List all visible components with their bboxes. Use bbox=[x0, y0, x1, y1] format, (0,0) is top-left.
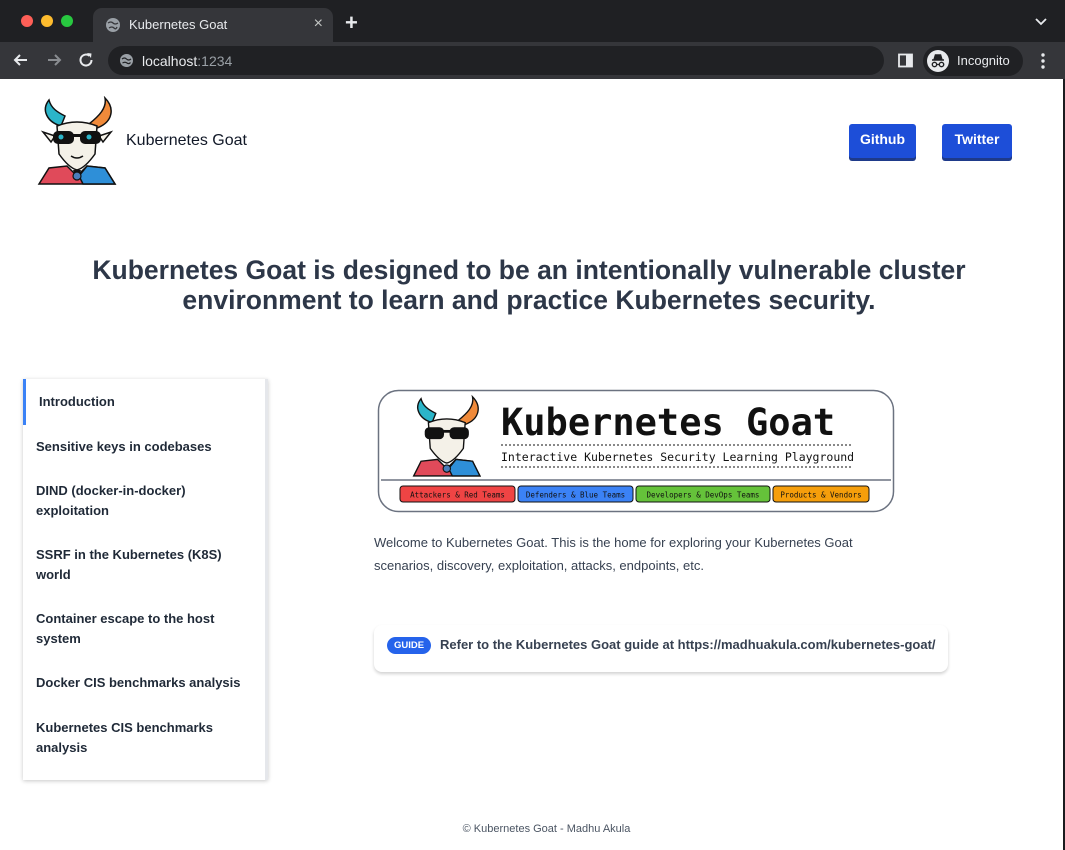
banner-tag-label: Attackers & Red Teams bbox=[410, 491, 505, 500]
sidebar-item-sensitive-keys[interactable]: Sensitive keys in codebases bbox=[23, 437, 263, 457]
kubernetes-goat-banner: Kubernetes Goat Interactive Kubernetes S… bbox=[377, 389, 895, 513]
address-bar[interactable]: localhost:1234 bbox=[108, 46, 884, 75]
url-text: localhost:1234 bbox=[142, 53, 232, 69]
sidebar-item-kubernetes-cis[interactable]: Kubernetes CIS benchmarks analysis bbox=[23, 718, 263, 758]
browser-titlebar: Kubernetes Goat × + bbox=[0, 0, 1065, 42]
banner-title: Kubernetes Goat bbox=[501, 401, 835, 444]
forward-arrow-icon[interactable] bbox=[45, 51, 63, 69]
welcome-text: Welcome to Kubernetes Goat. This is the … bbox=[374, 535, 853, 573]
sidebar-item-ssrf[interactable]: SSRF in the Kubernetes (K8S) world bbox=[23, 545, 263, 585]
back-arrow-icon[interactable] bbox=[12, 51, 30, 69]
profile-label: Incognito bbox=[957, 53, 1010, 68]
guide-callout: GUIDE Refer to the Kubernetes Goat guide… bbox=[374, 625, 948, 672]
hero-headline: Kubernetes Goat is designed to be an int… bbox=[92, 255, 966, 315]
sidebar-item-label: SSRF in the Kubernetes (K8S) world bbox=[36, 547, 222, 582]
guide-badge: GUIDE bbox=[387, 637, 431, 654]
banner-tag-label: Defenders & Blue Teams bbox=[526, 491, 625, 500]
sidebar-item-label: Kubernetes CIS benchmarks analysis bbox=[36, 720, 214, 755]
sidebar-item-label: Container escape to the host system bbox=[36, 611, 215, 646]
tab-title: Kubernetes Goat bbox=[129, 17, 228, 32]
github-button[interactable]: Github bbox=[849, 124, 916, 158]
sidebar-item-label: Docker CIS benchmarks analysis bbox=[36, 675, 241, 690]
sidebar-item-label: Introduction bbox=[39, 394, 115, 409]
browser-tab[interactable]: Kubernetes Goat × bbox=[93, 8, 333, 42]
sidebar-item-container-escape[interactable]: Container escape to the host system bbox=[23, 609, 263, 649]
sidebar-item-label: Sensitive keys in codebases bbox=[36, 439, 212, 454]
goat-logo[interactable] bbox=[37, 96, 117, 186]
more-vertical-icon[interactable] bbox=[1037, 52, 1049, 70]
page-viewport: Kubernetes Goat Github Twitter Kubernete… bbox=[0, 79, 1063, 850]
sidebar-item-docker-cis[interactable]: Docker CIS benchmarks analysis bbox=[23, 673, 263, 693]
scenario-sidebar: Introduction Sensitive keys in codebases… bbox=[23, 379, 268, 780]
incognito-profile-button[interactable]: Incognito bbox=[923, 46, 1023, 76]
close-window-button[interactable] bbox=[21, 15, 33, 27]
side-panel-icon[interactable] bbox=[898, 53, 913, 68]
guide-text[interactable]: Refer to the Kubernetes Goat guide at ht… bbox=[440, 637, 936, 652]
footer-copyright: © Kubernetes Goat - Madhu Akula bbox=[462, 823, 631, 835]
incognito-icon bbox=[927, 50, 949, 72]
url-host: localhost bbox=[142, 53, 198, 69]
new-tab-button[interactable]: + bbox=[345, 12, 358, 34]
banner-tag-label: Products & Vendors bbox=[780, 491, 861, 500]
minimize-window-button[interactable] bbox=[41, 15, 53, 27]
sidebar-item-label: DIND (docker-in-docker) exploitation bbox=[36, 483, 186, 518]
twitter-button[interactable]: Twitter bbox=[942, 124, 1012, 158]
banner-tag-label: Developers & DevOps Teams bbox=[647, 491, 760, 500]
sidebar-item-introduction[interactable]: Introduction bbox=[23, 379, 263, 425]
tab-close-icon[interactable]: × bbox=[314, 15, 323, 33]
url-port: :1234 bbox=[197, 53, 233, 69]
site-name[interactable]: Kubernetes Goat bbox=[126, 132, 247, 150]
globe-icon bbox=[106, 18, 120, 32]
chevron-down-icon[interactable] bbox=[1033, 15, 1049, 29]
browser-toolbar: localhost:1234 Incognito bbox=[0, 42, 1065, 79]
sidebar-item-dind[interactable]: DIND (docker-in-docker) exploitation bbox=[23, 481, 263, 521]
banner-subtitle: Interactive Kubernetes Security Learning… bbox=[501, 450, 854, 464]
reload-icon[interactable] bbox=[77, 51, 95, 69]
site-info-icon[interactable] bbox=[119, 53, 134, 68]
zoom-window-button[interactable] bbox=[61, 15, 73, 27]
